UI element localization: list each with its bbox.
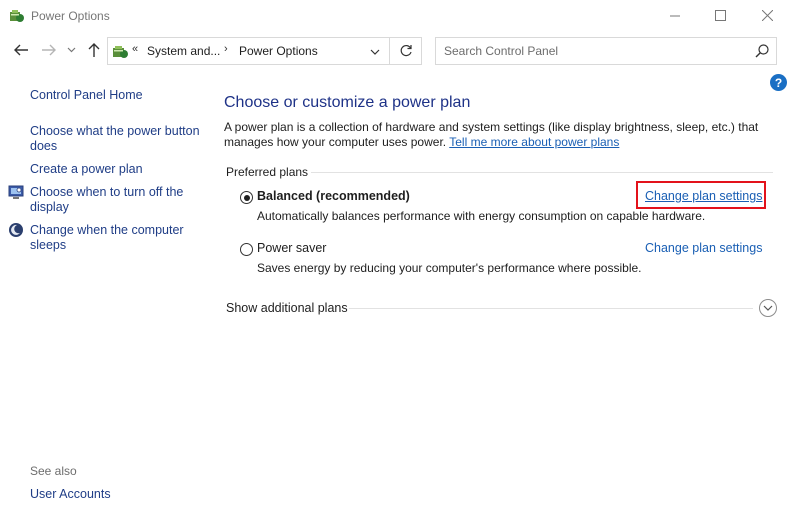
refresh-button[interactable] [390,37,422,65]
balanced-radio[interactable] [240,191,253,204]
title-bar: Power Options [0,0,790,31]
search-icon[interactable] [754,43,770,59]
control-panel-icon [111,42,129,60]
search-input[interactable] [436,38,746,64]
preferred-plans-header: Preferred plans [226,165,309,179]
power-saver-change-settings-link[interactable]: Change plan settings [645,241,762,255]
see-also-heading: See also [30,464,77,478]
sidebar-item-power-button[interactable]: Choose what the power button does [30,124,210,154]
minimize-button[interactable] [652,0,698,31]
divider [349,308,753,309]
address-bar[interactable]: « System and... › Power Options [107,37,390,65]
back-button[interactable] [10,39,32,61]
power-saver-radio[interactable] [240,243,253,256]
address-dropdown-button[interactable] [366,43,384,61]
chevron-down-icon [370,49,380,55]
back-arrow-icon [14,44,28,56]
minimize-icon [669,15,680,17]
sidebar-item-computer-sleeps[interactable]: Change when the computer sleeps [30,223,210,253]
balanced-plan-name[interactable]: Balanced (recommended) [257,189,410,203]
close-button[interactable] [744,0,790,31]
control-panel-home-link[interactable]: Control Panel Home [30,88,143,102]
display-icon [8,184,24,200]
up-arrow-icon [88,43,100,57]
show-additional-plans-label[interactable]: Show additional plans [226,301,348,315]
breadcrumb-overflow-icon[interactable]: « [132,43,138,55]
highlight-box [636,181,766,209]
window-title: Power Options [31,9,110,23]
maximize-button[interactable] [697,0,743,31]
search-box[interactable] [435,37,777,65]
sidebar-item-turn-off-display[interactable]: Choose when to turn off the display [30,185,210,215]
learn-more-link[interactable]: Tell me more about power plans [449,135,619,149]
forward-button[interactable] [38,39,60,61]
expand-button[interactable] [759,299,777,317]
divider [311,172,773,173]
chevron-down-icon [763,305,773,311]
breadcrumb-power-options[interactable]: Power Options [239,44,318,58]
user-accounts-link[interactable]: User Accounts [30,487,111,501]
balanced-plan-description: Automatically balances performance with … [257,209,706,223]
recent-locations-button[interactable] [64,39,78,61]
page-title: Choose or customize a power plan [224,94,471,111]
power-options-icon [8,7,25,24]
breadcrumb-separator-icon[interactable]: › [224,43,228,55]
moon-icon [8,222,24,238]
maximize-icon [714,10,726,21]
forward-arrow-icon [42,44,56,56]
help-icon[interactable]: ? [770,74,787,91]
up-button[interactable] [84,39,104,61]
breadcrumb-system-and[interactable]: System and... [147,44,220,58]
refresh-icon [400,44,412,57]
power-saver-plan-description: Saves energy by reducing your computer's… [257,261,642,275]
sidebar-item-create-plan[interactable]: Create a power plan [30,162,210,177]
close-icon [761,10,773,21]
page-description: A power plan is a collection of hardware… [224,120,784,150]
chevron-down-icon [67,47,75,53]
power-saver-plan-name[interactable]: Power saver [257,241,326,255]
